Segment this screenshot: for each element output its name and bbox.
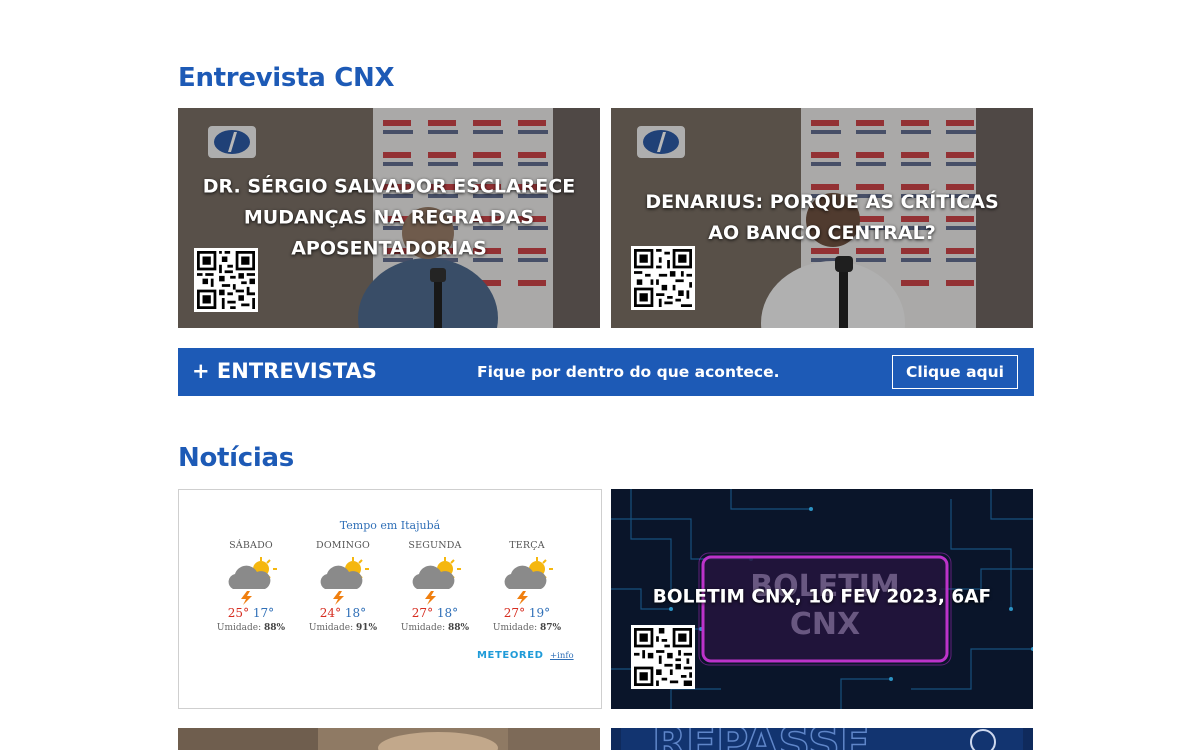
news-card-4[interactable]: REPASSE: [611, 728, 1033, 750]
cloud-sun-storm-icon: [228, 557, 277, 605]
bulletin-title[interactable]: BOLETIM CNX, 10 FEV 2023, 6AF: [631, 582, 1013, 613]
temp-min: 19°: [528, 606, 551, 620]
more-info-link[interactable]: +info: [550, 651, 574, 661]
day-name: DOMINGO: [316, 540, 370, 551]
interview-card-1[interactable]: DR. SÉRGIO SALVADOR ESCLARECE MUDANÇAS N…: [178, 108, 600, 328]
humidity-label: Umidade:: [492, 623, 538, 633]
humidity-label: Umidade:: [308, 623, 354, 633]
news-heading: Notícias: [178, 443, 294, 473]
weather-day: SEGUNDA 27° 18° Umidade: 88%: [395, 540, 475, 633]
news-4-thumbnail: REPASSE: [611, 728, 1033, 750]
temp-max: 25°: [227, 606, 250, 620]
qr-code-icon: [631, 246, 695, 310]
interview-2-title[interactable]: DENARIUS: PORQUE AS CRÍTICAS AO BANCO CE…: [631, 187, 1013, 249]
humidity-value: 91%: [356, 623, 378, 633]
day-name: TERÇA: [509, 540, 545, 551]
weather-widget[interactable]: Tempo em Itajubá SÁBADO 25° 17° Umidade:…: [178, 489, 602, 709]
click-here-button[interactable]: Clique aqui: [892, 355, 1018, 389]
temp-max: 24°: [319, 606, 342, 620]
weather-day: DOMINGO 24° 18° Umidade: 91%: [303, 540, 383, 633]
weather-day: SÁBADO 25° 17° Umidade: 88%: [211, 540, 291, 633]
day-name: SÁBADO: [229, 540, 273, 551]
humidity-label: Umidade:: [216, 623, 262, 633]
interview-1-title[interactable]: DR. SÉRGIO SALVADOR ESCLARECE MUDANÇAS N…: [198, 172, 580, 265]
interviews-banner: + ENTREVISTAS Fique por dentro do que ac…: [178, 348, 1034, 396]
qr-code-icon: [631, 625, 695, 689]
interview-card-2[interactable]: DENARIUS: PORQUE AS CRÍTICAS AO BANCO CE…: [611, 108, 1033, 328]
cloud-sun-storm-icon: [504, 557, 553, 605]
temp-min: 18°: [344, 606, 367, 620]
news-3-thumbnail: [178, 728, 600, 750]
news-card-3[interactable]: [178, 728, 600, 750]
meteored-logo[interactable]: METEORED: [477, 650, 544, 661]
cloud-sun-storm-icon: [320, 557, 369, 605]
news-4-partial-heading: REPASSE: [652, 728, 870, 750]
temp-max: 27°: [503, 606, 526, 620]
more-interviews-link[interactable]: + ENTREVISTAS: [192, 359, 377, 383]
temp-min: 17°: [252, 606, 275, 620]
humidity-label: Umidade:: [400, 623, 446, 633]
temp-min: 18°: [436, 606, 459, 620]
humidity-value: 88%: [264, 623, 286, 633]
weather-day: TERÇA 27° 19° Umidade: 87%: [487, 540, 567, 633]
temp-max: 27°: [411, 606, 434, 620]
humidity-value: 87%: [540, 623, 562, 633]
banner-tagline: Fique por dentro do que acontece.: [477, 363, 780, 381]
humidity-value: 88%: [448, 623, 470, 633]
interviews-heading: Entrevista CNX: [178, 63, 395, 93]
cloud-sun-storm-icon: [412, 557, 461, 605]
day-name: SEGUNDA: [408, 540, 462, 551]
weather-title: Tempo em Itajubá: [339, 519, 441, 532]
news-card-bulletin[interactable]: BOLETIM CNX BOLETIM CNX, 10 FEV 2023, 6A…: [611, 489, 1033, 709]
